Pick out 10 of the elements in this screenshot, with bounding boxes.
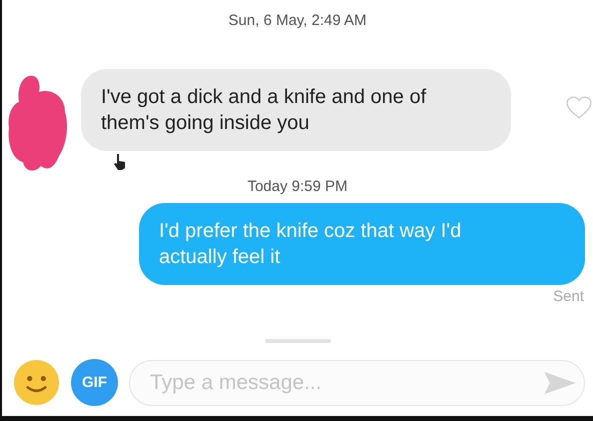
smiley-icon[interactable] <box>13 359 60 406</box>
hand-cursor-icon <box>113 153 127 171</box>
message-bubble: I'd prefer the knife coz that way I'd actually feel it <box>139 203 585 285</box>
gif-button[interactable]: GIF <box>71 359 118 406</box>
timestamp: Sun, 6 May, 2:49 AM <box>228 12 367 29</box>
sent-status: Sent <box>553 288 584 305</box>
message-bubble: I've got a dick and a knife and one of them's going inside you <box>81 69 511 151</box>
heart-icon[interactable] <box>566 96 592 120</box>
send-icon[interactable] <box>543 370 577 394</box>
timestamp: Today 9:59 PM <box>247 178 348 195</box>
